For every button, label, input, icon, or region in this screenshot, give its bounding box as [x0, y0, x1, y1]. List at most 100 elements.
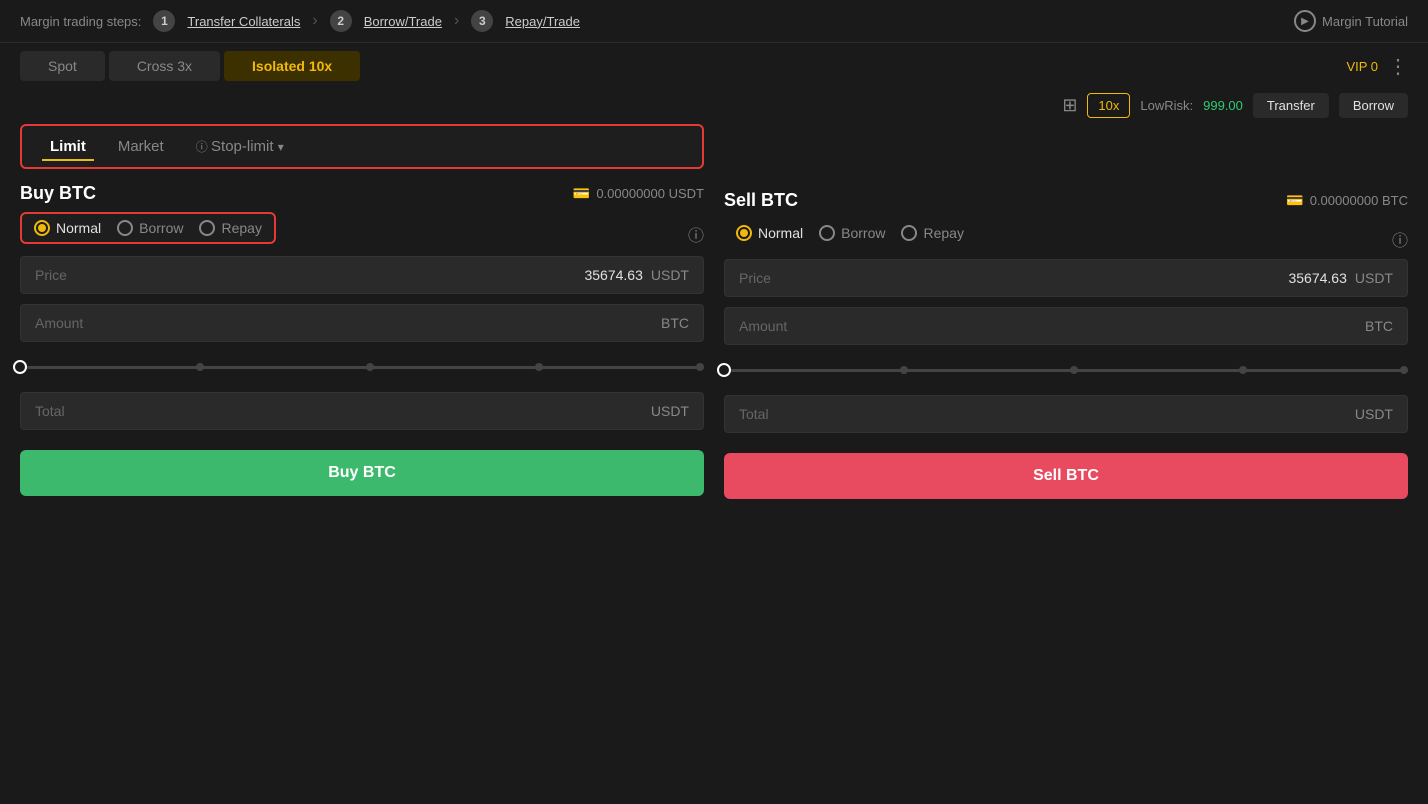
sell-amount-label: Amount: [739, 318, 787, 334]
sell-radio-repay[interactable]: Repay: [901, 225, 963, 241]
buy-price-unit: USDT: [651, 267, 689, 283]
buy-repay-circle: [199, 220, 215, 236]
transfer-button[interactable]: Transfer: [1253, 93, 1329, 118]
top-bar: Margin trading steps: 1 Transfer Collate…: [0, 0, 1428, 43]
sell-slider-thumb[interactable]: [717, 363, 731, 377]
sell-wallet-icon: 💳: [1286, 192, 1303, 209]
sell-slider-dot3: [1239, 366, 1247, 374]
buy-slider-track[interactable]: [27, 366, 704, 369]
sell-total-label: Total: [739, 406, 769, 422]
lowrisk-label: LowRisk:: [1140, 98, 1193, 113]
sell-amount-unit: BTC: [1365, 318, 1393, 334]
sell-slider[interactable]: [724, 355, 1408, 385]
sell-order-mode-group: Normal Borrow Repay: [724, 219, 976, 247]
sell-repay-circle: [901, 225, 917, 241]
step1-link[interactable]: Transfer Collaterals: [187, 14, 300, 29]
buy-normal-label: Normal: [56, 220, 101, 236]
buy-slider-dot2: [366, 363, 374, 371]
sell-radio-borrow[interactable]: Borrow: [819, 225, 885, 241]
sell-normal-label: Normal: [758, 225, 803, 241]
info-circle-icon: ⓘ: [196, 140, 211, 154]
more-options-button[interactable]: ⋮: [1388, 54, 1408, 79]
stop-limit-label: Stop-limit: [211, 138, 274, 155]
vip-label: VIP 0: [1346, 59, 1378, 74]
sell-normal-circle: [736, 225, 752, 241]
sell-borrow-label: Borrow: [841, 225, 885, 241]
steps-label: Margin trading steps:: [20, 14, 141, 29]
buy-balance: 💳 0.00000000 USDT: [573, 185, 704, 202]
buy-slider-dot3: [535, 363, 543, 371]
isolated-multiplier: 10x: [309, 58, 332, 74]
sell-total-unit: USDT: [1355, 406, 1393, 422]
arrow1: ›: [312, 12, 317, 30]
buy-amount-field[interactable]: Amount BTC: [20, 304, 704, 342]
sell-slider-track[interactable]: [731, 369, 1408, 372]
buy-price-value: 35674.63: [584, 267, 642, 283]
sell-price-unit: USDT: [1355, 270, 1393, 286]
buy-total-field[interactable]: Total USDT: [20, 392, 704, 430]
sell-info-button[interactable]: ⓘ: [1392, 227, 1408, 251]
step2-num: 2: [330, 10, 352, 32]
step3-num: 3: [471, 10, 493, 32]
buy-radio-normal[interactable]: Normal: [34, 220, 101, 236]
borrow-button[interactable]: Borrow: [1339, 93, 1408, 118]
sell-repay-label: Repay: [923, 225, 963, 241]
buy-price-field[interactable]: Price 35674.63 USDT: [20, 256, 704, 294]
sell-slider-dot1: [900, 366, 908, 374]
sell-radio-normal[interactable]: Normal: [736, 225, 803, 241]
buy-info-button[interactable]: ⓘ: [688, 222, 704, 246]
step1-num: 1: [153, 10, 175, 32]
buy-title: Buy BTC: [20, 183, 96, 204]
limit-tab[interactable]: Limit: [34, 132, 102, 161]
tab-spot[interactable]: Spot: [20, 51, 105, 81]
buy-borrow-label: Borrow: [139, 220, 183, 236]
wallet-icon: 💳: [573, 185, 590, 202]
buy-slider[interactable]: [20, 352, 704, 382]
buy-radio-borrow[interactable]: Borrow: [117, 220, 183, 236]
buy-total-label: Total: [35, 403, 65, 419]
buy-amount-label: Amount: [35, 315, 83, 331]
sell-slider-dot2: [1070, 366, 1078, 374]
sell-tab-spacer: [724, 120, 1408, 176]
vip-section: VIP 0 ⋮: [1346, 54, 1408, 79]
step2-link[interactable]: Borrow/Trade: [364, 14, 442, 29]
lowrisk-value: 999.00: [1203, 98, 1243, 113]
sell-total-field[interactable]: Total USDT: [724, 395, 1408, 433]
buy-normal-dot: [38, 224, 46, 232]
leverage-button[interactable]: 10x: [1087, 93, 1130, 118]
sell-amount-field[interactable]: Amount BTC: [724, 307, 1408, 345]
sell-balance-row: Sell BTC 💳 0.00000000 BTC: [724, 190, 1408, 211]
sell-price-label: Price: [739, 270, 771, 286]
buy-normal-circle: [34, 220, 50, 236]
sell-btc-button[interactable]: Sell BTC: [724, 453, 1408, 499]
buy-panel: Limit Market ⓘ Stop-limit ▾ Buy BTC 💳 0.…: [20, 120, 704, 499]
sell-borrow-circle: [819, 225, 835, 241]
stop-limit-tab[interactable]: ⓘ Stop-limit ▾: [180, 132, 300, 161]
margin-tutorial[interactable]: ▶ Margin Tutorial: [1294, 10, 1408, 32]
buy-total-unit: USDT: [651, 403, 689, 419]
step3-link[interactable]: Repay/Trade: [505, 14, 580, 29]
buy-repay-label: Repay: [221, 220, 261, 236]
buy-borrow-circle: [117, 220, 133, 236]
tab-row: Spot Cross 3x Isolated 10x VIP 0 ⋮: [0, 43, 1428, 89]
sell-price-field[interactable]: Price 35674.63 USDT: [724, 259, 1408, 297]
buy-amount-unit: BTC: [661, 315, 689, 331]
buy-balance-row: Buy BTC 💳 0.00000000 USDT: [20, 183, 704, 204]
sell-balance-value: 0.00000000 BTC: [1310, 193, 1408, 208]
buy-slider-thumb[interactable]: [13, 360, 27, 374]
sell-normal-dot: [740, 229, 748, 237]
buy-slider-dot4: [696, 363, 704, 371]
calculator-icon[interactable]: ⊞: [1062, 95, 1077, 116]
tutorial-label: Margin Tutorial: [1322, 14, 1408, 29]
buy-btc-button[interactable]: Buy BTC: [20, 450, 704, 496]
buy-balance-value: 0.00000000 USDT: [596, 186, 704, 201]
sell-price-value: 35674.63: [1288, 270, 1346, 286]
buy-radio-repay[interactable]: Repay: [199, 220, 261, 236]
sell-balance: 💳 0.00000000 BTC: [1286, 192, 1408, 209]
trading-panels: Limit Market ⓘ Stop-limit ▾ Buy BTC 💳 0.…: [0, 120, 1428, 499]
tab-isolated[interactable]: Isolated 10x: [224, 51, 360, 81]
market-tab[interactable]: Market: [102, 132, 180, 161]
order-type-tabs: Limit Market ⓘ Stop-limit ▾: [20, 124, 704, 169]
dropdown-arrow-icon: ▾: [278, 140, 284, 154]
tab-cross[interactable]: Cross 3x: [109, 51, 220, 81]
